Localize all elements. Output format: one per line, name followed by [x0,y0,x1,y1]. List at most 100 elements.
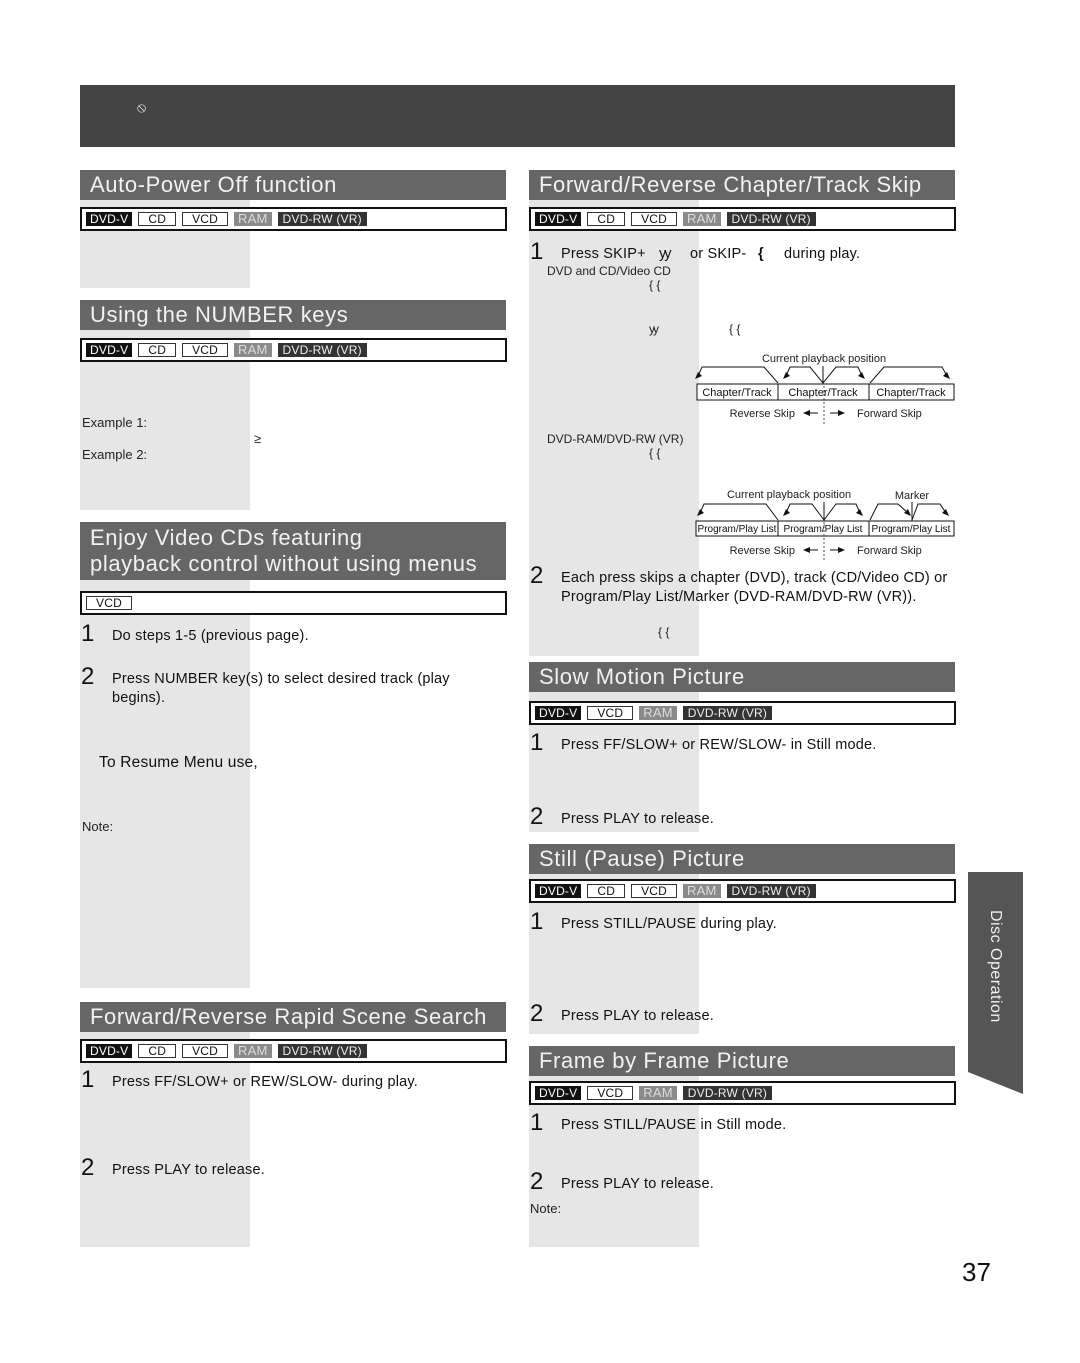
step-number: 1 [81,620,95,647]
reverse-skip-label: Reverse Skip [730,545,795,557]
badge-dvd-v: DVD-V [535,212,582,226]
badge-ram: RAM [234,212,272,226]
disc-type-bar: DVD-V CD VCD RAM DVD-RW (VR) [80,338,507,362]
badge-vcd: VCD [182,212,229,226]
badge-dvd-v: DVD-V [86,1044,133,1058]
example-2-label: Example 2: [82,447,148,462]
step-text: Press PLAY to release. [112,1162,265,1178]
sub-label-dvd-cd: DVD and CD/Video CD [547,264,671,278]
diagram-caption: Current playback position [762,353,886,365]
badge-vcd: VCD [587,1086,634,1100]
section-title-still-picture: Still (Pause) Picture [529,844,955,874]
skip-icon-glyph: { { [658,625,670,639]
greater-equal-symbol: ≥ [254,431,262,446]
note-label: Note: [530,1201,562,1216]
step-number: 2 [530,1000,544,1027]
step-number: 2 [530,1168,544,1195]
disc-type-bar: DVD-V VCD RAM DVD-RW (VR) [529,1081,956,1105]
step-number: 1 [530,1109,544,1136]
skip-diagram-chapter-track: Current playback position Chapter/Track … [695,353,955,426]
badge-ram: RAM [234,343,272,357]
badge-cd: CD [587,212,626,226]
skip-icon-glyph: { { [729,322,741,336]
badge-dvd-rw-vr: DVD-RW (VR) [277,343,367,357]
badge-vcd: VCD [587,706,634,720]
skip-icon-glyph: { { [649,446,661,460]
cell-label: Chapter/Track [788,387,858,399]
badge-dvd-rw-vr: DVD-RW (VR) [682,706,773,720]
step-text-part: Press SKIP+ [561,246,646,262]
step-text: Press NUMBER key(s) to select desired tr… [112,671,450,706]
section-title-slow-motion: Slow Motion Picture [529,662,955,692]
side-tab-label: Disc Operation [987,910,1004,1023]
cell-label: Program/Play List [698,524,777,535]
step-number: 1 [81,1066,95,1093]
step-number: 2 [530,562,544,589]
cell-label: Chapter/Track [876,387,946,399]
skip-arrows [697,366,948,386]
disc-type-bar: DVD-V VCD RAM DVD-RW (VR) [529,701,956,725]
badge-ram: RAM [683,884,721,898]
step-text-part: or SKIP- [690,246,747,262]
badge-dvd-rw-vr: DVD-RW (VR) [726,884,816,898]
step-text-part: during play. [784,246,861,262]
prohibited-icon: ⦸ [137,99,147,115]
step-text: Each press skips a chapter (DVD), track … [561,570,948,605]
badge-dvd-rw-vr: DVD-RW (VR) [726,212,816,226]
badge-vcd: VCD [631,212,678,226]
reverse-skip-label: Reverse Skip [730,408,795,420]
cell-label: Chapter/Track [702,387,772,399]
marker-label: Marker [895,490,930,502]
section-title-frame-by-frame: Frame by Frame Picture [529,1046,955,1076]
badge-ram: RAM [639,706,677,720]
badge-dvd-v: DVD-V [535,884,582,898]
badge-dvd-v: DVD-V [86,212,133,226]
badge-cd: CD [587,884,626,898]
section-title-rapid-search: Forward/Reverse Rapid Scene Search [80,1002,506,1032]
skip-icon-glyph: { { [649,278,661,292]
badge-ram: RAM [683,212,721,226]
badge-ram: RAM [639,1086,677,1100]
step-text: Press FF/SLOW+ or REW/SLOW- in Still mod… [561,737,877,753]
section-title-vcd-pbc: Enjoy Video CDs featuring playback contr… [80,522,506,580]
disc-type-bar: DVD-V CD VCD RAM DVD-RW (VR) [529,879,956,903]
section-title-auto-power-off: Auto-Power Off function [80,170,506,200]
section-title-chapter-skip: Forward/Reverse Chapter/Track Skip [529,170,955,200]
cell-label: Program/Play List [784,524,863,535]
title-line-1: Enjoy Video CDs featuring [90,525,363,550]
badge-dvd-rw-vr: DVD-RW (VR) [277,212,367,226]
skip-forward-icon: yy [659,246,671,262]
cell-label: Program/Play List [872,524,951,535]
step-number: 2 [530,803,544,830]
step-text: Do steps 1-5 (previous page). [112,628,309,644]
skip-reverse-icon: { [758,246,764,262]
sub-label-dvd-ram: DVD-RAM/DVD-RW (VR) [547,432,684,446]
step-number: 2 [81,1154,95,1181]
step-number: 1 [530,238,544,265]
step-number: 1 [530,729,544,756]
badge-dvd-rw-vr: DVD-RW (VR) [682,1086,773,1100]
badge-cd: CD [138,1044,177,1058]
resume-menu-text: To Resume Menu use, [99,754,258,771]
diagram-caption: Current playback position [727,489,851,501]
disc-type-bar: VCD [80,591,507,615]
disc-type-bar: DVD-V CD VCD RAM DVD-RW (VR) [529,207,956,231]
badge-ram: RAM [234,1044,272,1058]
step-text: Press STILL/PAUSE in Still mode. [561,1117,787,1133]
forward-skip-label: Forward Skip [857,408,922,420]
disc-type-bar: DVD-V CD VCD RAM DVD-RW (VR) [80,207,507,231]
step-number: 1 [530,908,544,935]
disc-type-bar: DVD-V CD VCD RAM DVD-RW (VR) [80,1039,507,1063]
page-number: 37 [962,1257,991,1287]
skip-icon-glyph: yy [649,322,659,336]
step-text: Press PLAY to release. [561,1176,714,1192]
badge-cd: CD [138,343,177,357]
badge-vcd: VCD [631,884,678,898]
step-number: 2 [81,663,95,690]
skip-diagram-program-playlist: Current playback position Marker Program… [695,489,955,562]
badge-dvd-rw-vr: DVD-RW (VR) [277,1044,367,1058]
top-banner [80,85,955,147]
badge-dvd-v: DVD-V [535,1086,582,1100]
step-text: Press STILL/PAUSE during play. [561,916,777,932]
example-1-label: Example 1: [82,415,148,430]
